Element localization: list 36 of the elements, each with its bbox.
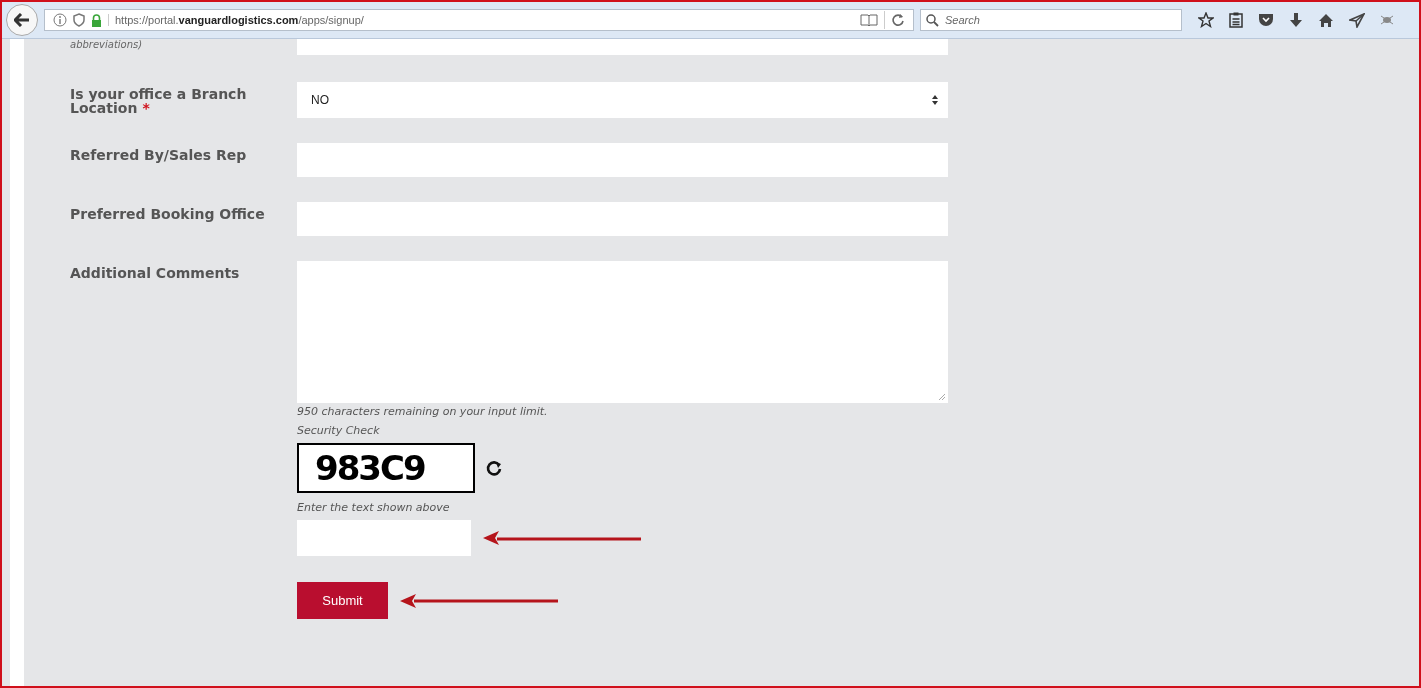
field-label: Referred By/Sales Rep: [70, 146, 248, 165]
clipboard-list-icon[interactable]: [1229, 12, 1243, 28]
input-field[interactable]: [297, 202, 948, 236]
field-label: Additional Comments: [70, 264, 241, 283]
select-field[interactable]: NO: [297, 82, 948, 118]
sort-arrows-icon: [932, 95, 938, 105]
download-icon[interactable]: [1289, 12, 1303, 28]
field-label: Is your office a Branch Location *: [70, 85, 248, 118]
refresh-icon[interactable]: [485, 459, 503, 477]
url-text: https://portal.vanguardlogistics.com/apps/signup/: [108, 14, 364, 26]
star-icon[interactable]: [1198, 12, 1214, 28]
shield-icon[interactable]: [73, 13, 85, 27]
submit-button[interactable]: Submit: [297, 582, 388, 619]
input-field[interactable]: [297, 39, 948, 55]
back-button[interactable]: [6, 4, 38, 36]
home-icon[interactable]: [1318, 12, 1334, 28]
security-check-label: Security Check: [297, 424, 381, 437]
send-icon[interactable]: [1349, 12, 1365, 28]
pocket-icon[interactable]: [1258, 13, 1274, 27]
back-arrow-icon: [14, 13, 30, 27]
captcha-image: 983C9: [297, 443, 475, 493]
bug-icon[interactable]: [1380, 14, 1394, 26]
address-bar[interactable]: https://portal.vanguardlogistics.com/apps/signup/: [44, 9, 914, 31]
lock-icon: [91, 13, 102, 27]
field-label: Preferred Booking Office: [70, 205, 266, 224]
captcha-input[interactable]: [297, 520, 471, 556]
reload-icon[interactable]: [891, 13, 905, 27]
reader-view-icon[interactable]: [860, 13, 878, 27]
field-label: abbreviations): [70, 39, 144, 50]
resize-grip-icon: [939, 394, 945, 400]
info-icon[interactable]: [53, 13, 67, 27]
captcha-hint: Enter the text shown above: [297, 501, 451, 514]
search-field[interactable]: Search: [920, 9, 1182, 31]
required-mark: *: [142, 100, 150, 116]
character-count: 950 characters remaining on your input limit.: [297, 405, 549, 418]
input-field[interactable]: [297, 143, 948, 177]
